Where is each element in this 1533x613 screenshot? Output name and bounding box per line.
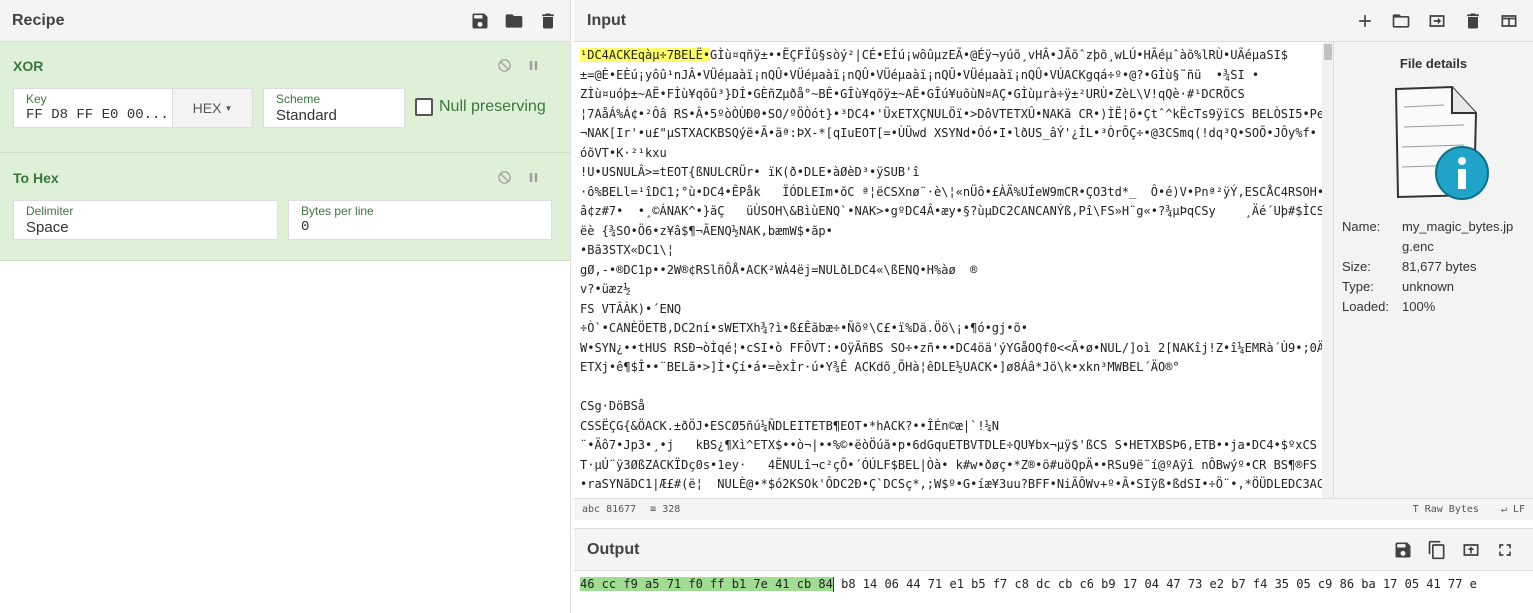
disable-icon[interactable] — [497, 170, 512, 188]
delimiter-label: Delimiter — [26, 204, 74, 218]
length-icon: abc — [582, 504, 601, 515]
input-highlight: ¹DC4ACKEqàµ÷7BELË• — [580, 48, 711, 62]
input-line: GÌù¤qñÿ±••ËÇFÏû§sòý²|CÉ•EÍú¡wôûµzEÃ•@Éÿ¬… — [710, 48, 1289, 62]
output-text[interactable]: 46 cc f9 a5 71 f0 ff b1 7e 41 cb 84 b8 1… — [580, 577, 1477, 592]
fullscreen-icon[interactable] — [1495, 540, 1515, 560]
operation-to-hex: To Hex Delimiter Space Bytes per line 0 — [0, 153, 570, 261]
input-line: ¦7AåÁ%Á¢•²Ôâ RS•Â•5ºòÒÙÐ0•SO/ºÖÒót}•³DC4… — [580, 106, 1324, 121]
input-line: óõVT•K·²¹kxu — [580, 145, 667, 160]
input-line: ëè {¾SO•Ö6•z¥â$¶¬ÃENQ½NAK,bæmW$•ãp• — [580, 223, 833, 238]
operation-title: XOR — [13, 58, 44, 74]
input-line: ¨•Äô7•Jp3•¸•j kBS¿¶Xì^ETX$••ò¬|••%©•ëòÖú… — [580, 438, 1317, 452]
layout-icon[interactable] — [1499, 11, 1519, 31]
key-value[interactable]: FF D8 FF E0 00... — [26, 107, 171, 123]
input-lines: 328 — [662, 504, 681, 515]
cyberchef-app: Recipe XOR Key FF D8 FF E0 00... HEX ▼ S… — [0, 0, 1533, 613]
raw-bytes-button[interactable]: T Raw Bytes — [1413, 504, 1479, 515]
key-format-dropdown[interactable]: HEX ▼ — [172, 89, 252, 127]
input-line: T·µÚ¨ÿ3ØßZACKÏDç0s•1ey· 4ËNULî¬c²çÕ•´ÓÚL… — [580, 457, 1317, 472]
save-output-icon[interactable] — [1393, 540, 1413, 560]
folder-icon[interactable] — [504, 11, 524, 31]
bytes-per-line-field[interactable]: Bytes per line 0 — [288, 200, 552, 240]
input-text[interactable]: ¹DC4ACKEqàµ÷7BELË•GÌù¤qñÿ±••ËÇFÏû§sòý²|C… — [574, 42, 1324, 498]
checkbox-icon[interactable] — [415, 98, 433, 116]
file-icon — [1364, 77, 1504, 207]
return-icon: ↵ — [1500, 504, 1513, 515]
loaded-label: Loaded: — [1342, 299, 1389, 314]
input-line: •raSYNãDC1|Æ£#(ë¦ NULÈ@•*$ó2KSOk'ÔDC2Ð•Ç… — [580, 477, 1324, 491]
delimiter-value[interactable]: Space — [26, 219, 265, 236]
output-rest: b8 14 06 44 71 e1 b5 f7 c8 dc cb c6 b9 1… — [833, 577, 1477, 591]
bytes-per-line-label: Bytes per line — [301, 204, 374, 218]
input-line: !U•USNULÂ>=tEOT{ßNULCRÜr• ïK(ð•DLE•àØèD³… — [580, 165, 920, 179]
replace-input-icon[interactable] — [1461, 540, 1481, 560]
input-pane: Input ¹DC4ACKEqàµ÷7BELË•GÌù¤qñÿ±••ËÇFÏû§… — [574, 0, 1533, 520]
size-label: Size: — [1342, 259, 1371, 274]
input-line: ZÌù¤uóþ±~AË•FÌù¥qõû³}DÍ•GÈñZµðå°~BÊ•GÎù¥… — [580, 87, 1245, 101]
input-header: Input — [574, 0, 1533, 42]
delimiter-field[interactable]: Delimiter Space — [13, 200, 278, 240]
scheme-field[interactable]: Scheme Standard — [263, 88, 405, 128]
text-format-icon: T — [1412, 504, 1425, 515]
input-line: CSg·DöBSå — [580, 399, 646, 413]
scroll-thumb[interactable] — [1324, 44, 1332, 60]
pause-icon[interactable] — [526, 58, 541, 76]
copy-icon[interactable] — [1427, 540, 1447, 560]
recipe-title: Recipe — [12, 11, 65, 29]
type-label: Type: — [1342, 279, 1374, 294]
eol-button[interactable]: ↵ LF — [1501, 504, 1525, 515]
recipe-pane: Recipe XOR Key FF D8 FF E0 00... HEX ▼ S… — [0, 0, 571, 613]
output-title: Output — [587, 540, 640, 558]
add-tab-icon[interactable] — [1355, 11, 1375, 31]
delete-icon[interactable] — [538, 11, 558, 31]
key-format-label: HEX — [192, 100, 222, 116]
bytes-per-line-value[interactable]: 0 — [301, 219, 539, 235]
file-details-table: Name: my_magic_bytes.jpg.enc Size: 81,677 … — [1342, 217, 1533, 317]
input-line: ETXj•ê¶$Î••¨BELã•>]Ì•Çí•á•=èxÌr·ú•Y¾Ê AC… — [580, 360, 1180, 374]
input-length: 81677 — [606, 504, 637, 515]
eol-label: LF — [1512, 504, 1525, 515]
output-highlight: 46 cc f9 a5 71 f0 ff b1 7e 41 cb 84 — [580, 577, 833, 591]
input-line: ¬NAK[Ir'•u£"µSTXACKBSQýë•Ã•äª:ÞX-*[qIuEO… — [580, 126, 1317, 140]
name-label: Name: — [1342, 219, 1381, 234]
input-line: gØ,-•®DC1p••2W®¢RSlñÔÅ•ACK²WÀ4ëj=NULðLDC… — [580, 262, 978, 277]
input-status-bar: abc 81677 ≡ 328 T Raw Bytes ↵ LF — [574, 498, 1533, 520]
name-value: my_magic_bytes.jpg.enc — [1402, 219, 1514, 254]
size-value: 81,677 bytes — [1402, 259, 1477, 274]
scheme-value[interactable]: Standard — [276, 107, 392, 124]
key-field[interactable]: Key FF D8 FF E0 00... HEX ▼ — [13, 88, 253, 128]
input-line: ·ô%BELl=¹îDC1;°ù•DC4•ÊPåk ÏÓDLEIm•õC ª¦ë… — [580, 184, 1324, 199]
disable-icon[interactable] — [497, 58, 512, 76]
caret-down-icon: ▼ — [224, 103, 233, 113]
delete-icon[interactable] — [1463, 11, 1483, 31]
recipe-header: Recipe — [0, 0, 570, 42]
operation-xor: XOR Key FF D8 FF E0 00... HEX ▼ Scheme St… — [0, 42, 570, 153]
pause-icon[interactable] — [526, 170, 541, 188]
file-details-panel: File details Name: my_magic_bytes.jpg.enc… — [1333, 42, 1533, 498]
save-icon[interactable] — [470, 11, 490, 31]
output-pane: Output 46 cc f9 a5 71 f0 ff b1 7e 41 cb … — [574, 528, 1533, 613]
type-value: unknown — [1402, 279, 1455, 294]
input-title: Input — [587, 11, 627, 29]
output-header: Output — [574, 529, 1533, 571]
input-line: FS VTÂÀK)•´ENQ — [580, 301, 682, 316]
input-line: •Bã3STX«DC1\¦ — [580, 243, 674, 257]
loaded-value: 100% — [1402, 299, 1436, 314]
input-line: CSSËÇG{&ÖACK.±ðÖJ•ESCØ5ñú¼ÑDLEITETB¶EOT•… — [580, 418, 1000, 433]
input-line: â¢z#7• •¸©ÁNAK^•}äÇ üÙSOH\&BìùENQ`•NAK>•… — [580, 204, 1324, 218]
file-details-title: File details — [1399, 56, 1468, 71]
scheme-label: Scheme — [276, 92, 321, 106]
input-line: v?•üæz½ — [580, 282, 631, 296]
raw-bytes-label: Raw Bytes — [1424, 504, 1479, 515]
null-preserving-label: Null preserving — [439, 98, 546, 115]
input-line: ±=@È•EÈú¡yôû¹nJÂ•VÜéµaàï¡nQÛ•VÜéµaàï¡nQÛ… — [580, 67, 1260, 82]
null-preserving-checkbox[interactable]: Null preserving — [415, 98, 546, 116]
input-line: ÷Ò`•CANÈÖETB,DC2ní•sWETXh¾?ì•ß£Êãbæ÷•Ñõº… — [580, 321, 1028, 335]
input-line: W•SYN¿••tHUS RSÐ¬òÌqé¦•cSI•ò FFÔVT:•OÿÃñ… — [580, 340, 1324, 355]
lines-icon: ≡ — [650, 504, 657, 515]
operation-title: To Hex — [13, 170, 59, 186]
open-file-icon[interactable] — [1427, 11, 1447, 31]
open-folder-icon[interactable] — [1391, 11, 1411, 31]
